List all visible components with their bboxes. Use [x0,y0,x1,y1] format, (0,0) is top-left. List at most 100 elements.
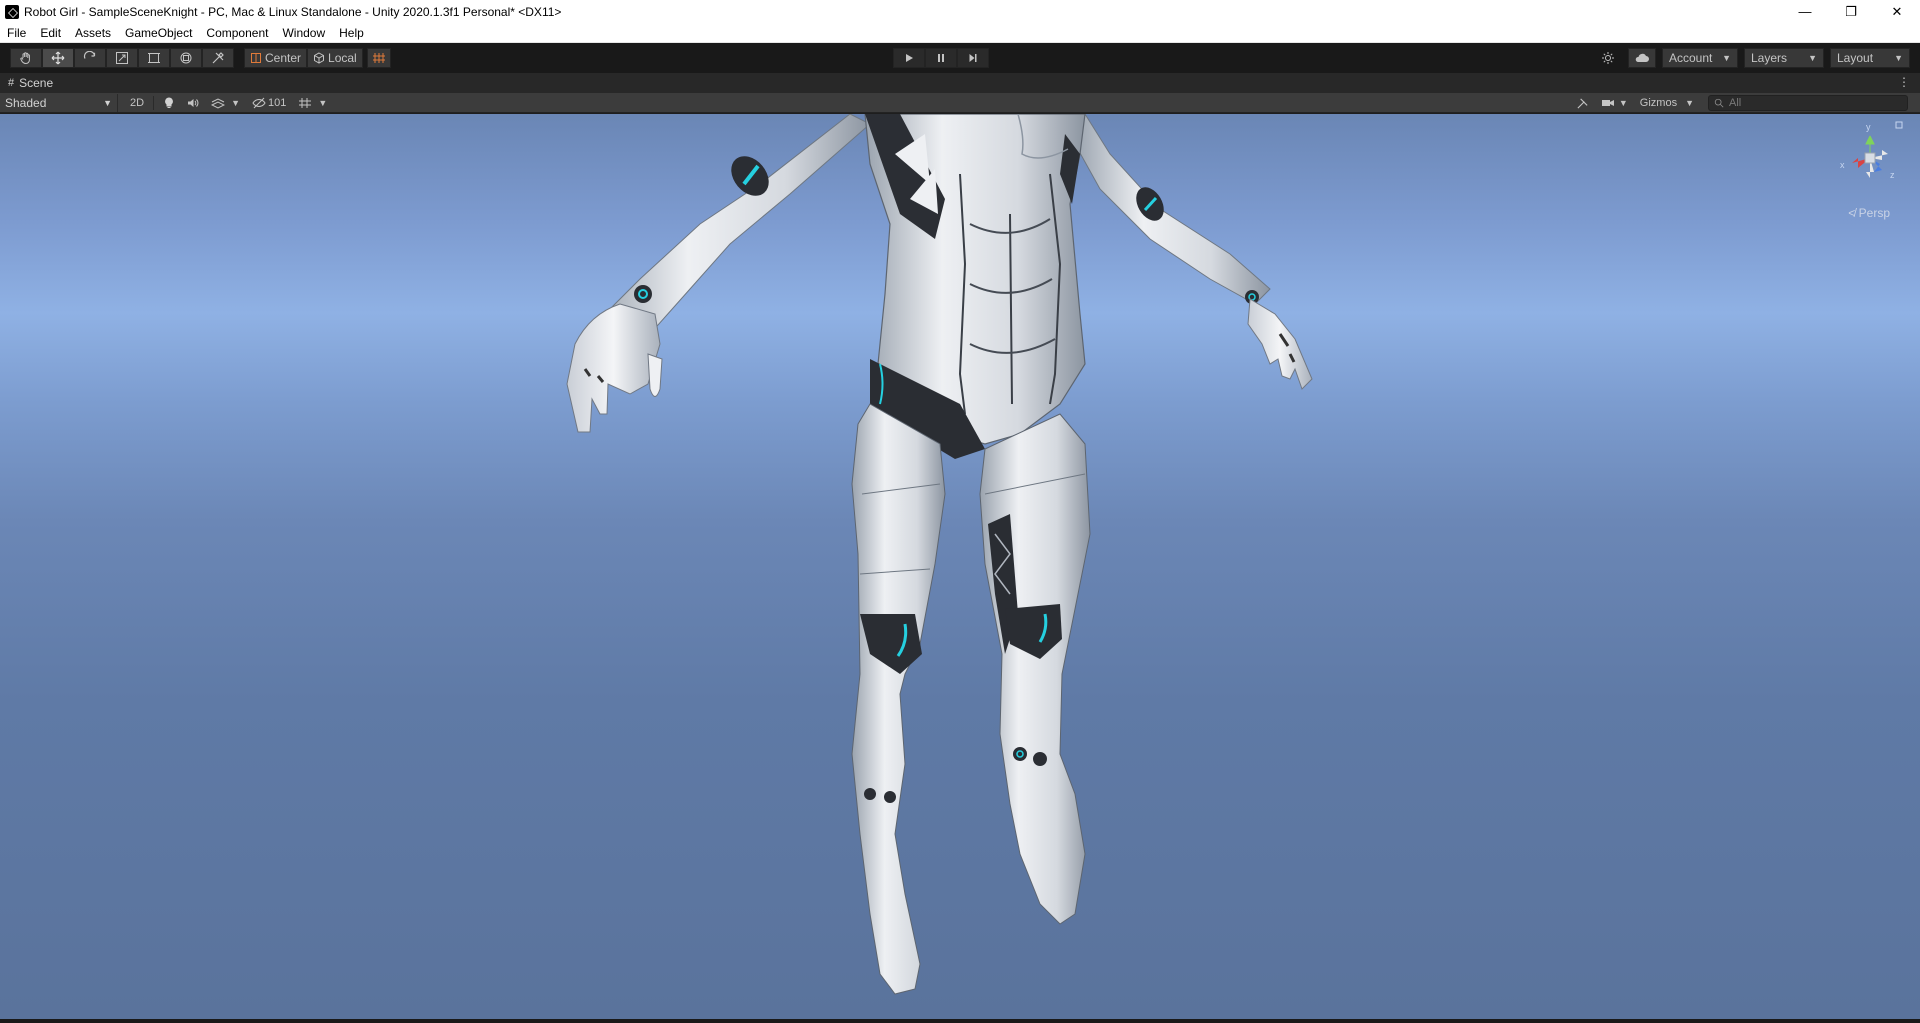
custom-tool-icon [212,52,224,64]
scene-toolbar: Shaded ▼ 2D ▼ 101 ▼ ▼ Gizmos ▼ All [0,93,1920,113]
layout-label: Layout [1837,51,1874,65]
chevron-down-icon: ▼ [1685,98,1694,108]
eye-hidden-icon [252,97,266,108]
effects-layers-icon [211,97,226,109]
layers-dropdown[interactable]: Layers ▼ [1744,48,1824,68]
tab-scene-label: Scene [19,76,54,90]
menu-gameobject[interactable]: GameObject [118,26,199,40]
speaker-icon [188,98,199,107]
projection-toggle[interactable]: ≮ Persp [1848,206,1890,220]
lock-icon[interactable] [1895,121,1903,129]
chevron-down-icon: ▼ [1894,53,1903,63]
rect-icon [148,53,160,63]
playback-controls [893,48,989,68]
pivot-controls: Center Local [244,48,391,68]
rotate-tool-button[interactable] [74,48,106,68]
wrench-icon [1577,97,1588,109]
toolbar-right: Account ▼ Layers ▼ Layout ▼ [1588,48,1910,68]
search-icon [1714,98,1724,108]
scale-tool-button[interactable] [106,48,138,68]
menu-component[interactable]: Component [199,26,275,40]
hand-tool-button[interactable] [10,48,42,68]
grid-icon [299,97,312,108]
window-title: Robot Girl - SampleSceneKnight - PC, Mac… [24,4,562,19]
close-button[interactable]: ✕ [1874,0,1920,23]
hand-icon [20,52,30,65]
grid-snap-button[interactable] [366,48,391,68]
2d-toggle[interactable]: 2D [124,94,150,112]
account-dropdown[interactable]: Account ▼ [1662,48,1738,68]
tools-toggle[interactable] [1570,94,1595,112]
move-tool-button[interactable] [42,48,74,68]
hidden-count: 101 [267,96,287,109]
step-button[interactable] [957,48,989,68]
scene-tab-bar: # Scene ⋮ [0,73,1920,93]
transform-icon [180,52,192,64]
chevron-down-icon: ▼ [231,97,240,108]
account-label: Account [1669,51,1713,65]
chevron-down-icon: ▼ [1722,53,1731,63]
move-icon [51,51,65,65]
pivot-mode-toggle[interactable]: Center [244,48,308,68]
window-controls: — ❐ ✕ [1782,0,1920,23]
pause-icon [938,54,944,62]
collab-button[interactable] [1594,48,1622,68]
scale-icon [116,52,128,64]
maximize-button[interactable]: ❐ [1828,0,1874,23]
scene-viewport[interactable]: y x z ≮ Persp [0,114,1920,1019]
chevron-down-icon: ▼ [1618,98,1628,108]
tab-options-icon[interactable]: ⋮ [1898,75,1910,89]
effects-toggle[interactable]: ▼ [205,94,246,112]
chevron-down-icon: ▼ [318,97,328,108]
collab-icon [1602,52,1614,64]
cloud-icon [1635,53,1649,62]
status-strip [0,1019,1920,1023]
rotate-icon [83,51,96,59]
shading-mode-dropdown[interactable]: Shaded ▼ [0,93,118,112]
gizmo-x-label: x [1840,160,1845,170]
grid-toggle[interactable]: ▼ [292,94,333,112]
gizmos-dropdown[interactable]: Gizmos ▼ [1634,94,1700,112]
transform-tool-button[interactable] [170,48,202,68]
local-cube-icon [314,52,325,64]
pivot-center-icon [251,53,261,63]
rect-tool-button[interactable] [138,48,170,68]
transform-tools [10,48,234,68]
menu-window[interactable]: Window [275,26,332,40]
custom-tool-button[interactable] [202,48,234,68]
window-title-bar: Robot Girl - SampleSceneKnight - PC, Mac… [0,0,1920,23]
gizmos-label: Gizmos [1639,97,1678,109]
menu-file[interactable]: File [0,26,33,40]
gizmo-y-label: y [1866,122,1871,132]
orientation-gizmo[interactable]: y x z [1830,118,1910,218]
shading-mode-label: Shaded [5,95,47,110]
audio-toggle[interactable] [181,94,205,112]
pause-button[interactable] [925,48,957,68]
menu-edit[interactable]: Edit [33,26,68,40]
chevron-down-icon: ▼ [103,97,112,108]
menu-help[interactable]: Help [332,26,371,40]
main-toolbar: Center Local Account ▼ Layers ▼ Layout ▼ [0,43,1920,73]
search-placeholder: All [1729,97,1742,109]
scene-search-input[interactable]: All [1708,95,1908,111]
pivot-rotation-toggle[interactable]: Local [307,48,363,68]
layers-label: Layers [1751,51,1788,65]
camera-settings-dropdown[interactable]: ▼ [1595,94,1634,112]
menu-assets[interactable]: Assets [68,26,118,40]
menu-bar: File Edit Assets GameObject Component Wi… [0,23,1920,43]
unity-logo-icon [5,4,19,19]
tab-scene[interactable]: # Scene [0,73,61,93]
play-button[interactable] [893,48,925,68]
robot-girl-model[interactable] [0,114,1920,1019]
lighting-toggle[interactable] [157,94,181,112]
layout-dropdown[interactable]: Layout ▼ [1830,48,1910,68]
pivot-mode-label: Center [265,51,302,65]
hidden-objects-toggle[interactable]: 101 [246,94,292,112]
scene-grid-icon: # [8,77,15,89]
step-icon [969,54,977,62]
cloud-button[interactable] [1628,48,1656,68]
scene-toolbar-right: ▼ Gizmos ▼ All [1570,94,1908,112]
minimize-button[interactable]: — [1782,0,1828,23]
pivot-rotation-label: Local [328,51,357,65]
play-icon [906,54,913,62]
